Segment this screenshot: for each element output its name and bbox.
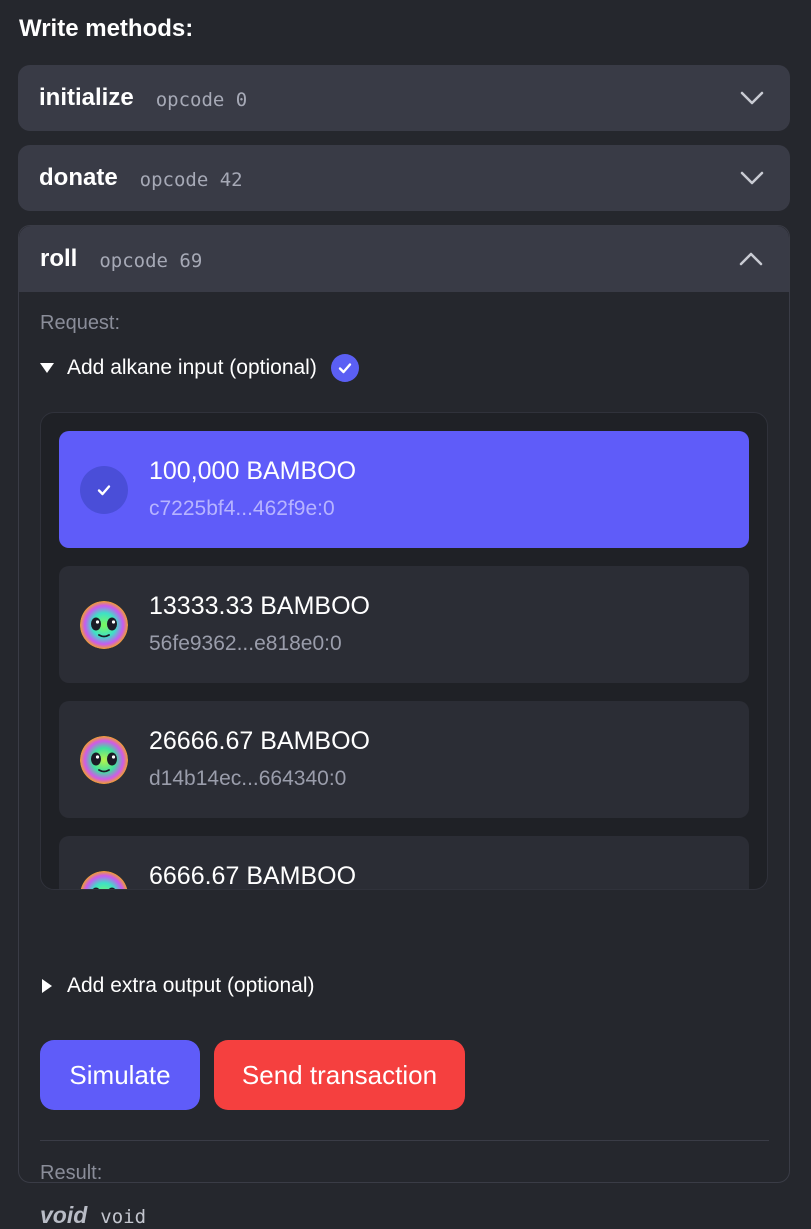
triangle-right-icon: [42, 979, 52, 993]
chevron-up-icon[interactable]: [739, 252, 763, 266]
method-name: roll: [40, 245, 78, 272]
alkane-id: c7225bf4...462f9e:0: [149, 497, 335, 520]
method-roll: roll opcode 69 Request: Add alkane input…: [18, 225, 790, 1228]
alkane-amount: 6666.67 BAMBOO: [149, 862, 357, 890]
chevron-down-icon[interactable]: [740, 91, 764, 105]
extra-output-toggle[interactable]: Add extra output (optional): [40, 974, 315, 998]
method-opcode: opcode 42: [139, 168, 243, 191]
method-initialize[interactable]: initialize opcode 0: [18, 65, 790, 131]
result-label: Result:: [40, 1162, 103, 1184]
alkane-item[interactable]: 26666.67 BAMBOO d14b14ec...664340:0: [59, 701, 749, 818]
result-value: void void: [40, 1202, 146, 1229]
alkane-amount: 100,000 BAMBOO: [149, 457, 357, 485]
alkane-input-toggle[interactable]: Add alkane input (optional): [40, 354, 359, 382]
alkane-input-label: Add alkane input (optional): [67, 356, 317, 379]
bamboo-token-icon: [80, 736, 128, 784]
method-opcode: opcode 0: [155, 88, 248, 111]
chevron-down-icon[interactable]: [740, 171, 764, 185]
alkane-item[interactable]: 100,000 BAMBOO c7225bf4...462f9e:0: [59, 431, 749, 548]
page-title: Write methods:: [19, 15, 194, 42]
send-transaction-button[interactable]: Send transaction: [214, 1040, 465, 1110]
alkane-id: d14b14ec...664340:0: [149, 767, 347, 790]
method-name: initialize: [39, 84, 134, 111]
result-type: void: [40, 1202, 88, 1228]
alkane-item[interactable]: 13333.33 BAMBOO 56fe9362...e818e0:0: [59, 566, 749, 683]
method-opcode: opcode 69: [99, 249, 203, 272]
alkane-list[interactable]: 100,000 BAMBOO c7225bf4...462f9e:0 13333…: [40, 412, 768, 890]
alkane-amount: 26666.67 BAMBOO: [149, 727, 370, 755]
alkane-amount: 13333.33 BAMBOO: [149, 592, 370, 620]
triangle-down-icon: [40, 363, 54, 373]
extra-output-label: Add extra output (optional): [67, 974, 315, 997]
check-circle-icon: [330, 354, 359, 382]
method-donate[interactable]: donate opcode 42: [18, 145, 790, 211]
request-label: Request:: [40, 312, 121, 334]
alkane-id: 56fe9362...e818e0:0: [149, 632, 342, 655]
bamboo-token-icon: [80, 601, 128, 649]
method-name: donate: [39, 164, 118, 191]
method-roll-header[interactable]: roll opcode 69: [19, 226, 789, 292]
bamboo-token-icon: [80, 871, 128, 889]
alkane-item[interactable]: 6666.67 BAMBOO: [59, 836, 749, 890]
check-icon: [80, 466, 128, 514]
method-initialize-header[interactable]: initialize opcode 0: [18, 65, 790, 131]
result-text: void: [100, 1206, 147, 1228]
divider: [40, 1140, 769, 1141]
simulate-button[interactable]: Simulate: [40, 1040, 200, 1110]
method-donate-header[interactable]: donate opcode 42: [18, 145, 790, 211]
